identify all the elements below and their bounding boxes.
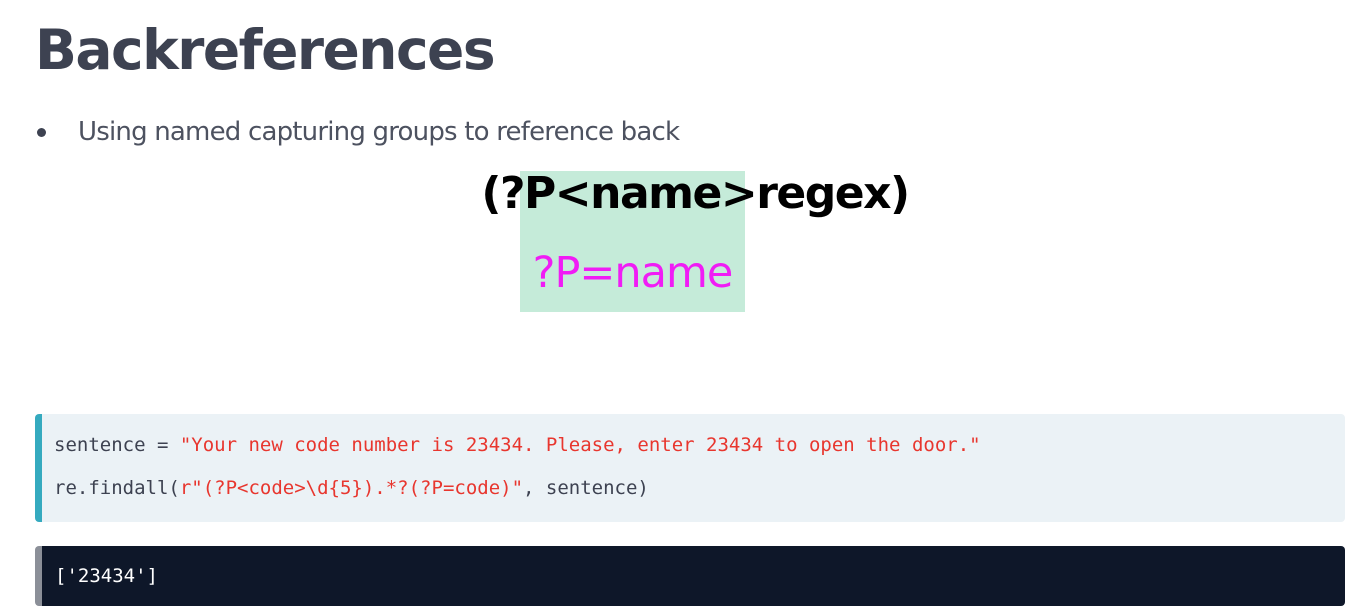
slide-title: Backreferences <box>35 18 496 82</box>
code-line-2: re.findall(r"(?P<code>\d{5}).*?(?P=code)… <box>54 475 1345 518</box>
bullet-list: Using named capturing groups to referenc… <box>35 112 680 152</box>
code-text: sentence = <box>54 434 180 456</box>
code-string: r"(?P<code>\d{5}).*?(?P=code)" <box>179 477 524 499</box>
code-text: , sentence) <box>523 477 649 499</box>
code-block: sentence = "Your new code number is 2343… <box>35 414 1345 522</box>
output-block: ['23434'] <box>35 546 1345 606</box>
output-text: ['23434'] <box>55 565 158 587</box>
code-line-1: sentence = "Your new code number is 2343… <box>54 432 1345 475</box>
code-string: "Your new code number is 23434. Please, … <box>179 434 981 456</box>
code-text: re.findall( <box>54 477 180 499</box>
bullet-item: Using named capturing groups to referenc… <box>35 112 680 152</box>
bullet-icon <box>37 127 46 137</box>
named-group-syntax: (?P<name>regex) <box>481 168 910 219</box>
bullet-text: Using named capturing groups to referenc… <box>78 117 680 147</box>
backreference-syntax: ?P=name <box>532 248 734 298</box>
